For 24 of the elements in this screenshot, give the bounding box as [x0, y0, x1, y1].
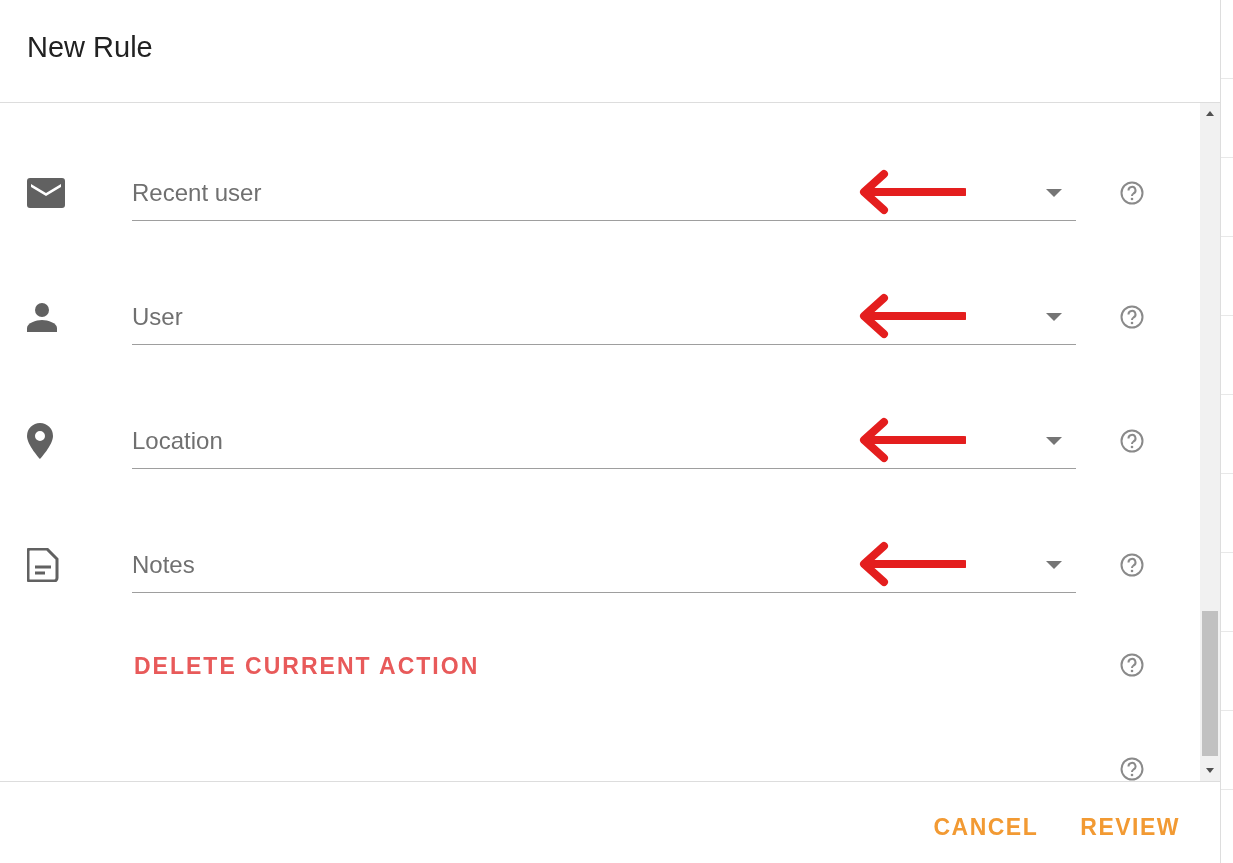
- location-pin-icon: [27, 423, 53, 459]
- help-icon[interactable]: [1120, 305, 1144, 329]
- help-icon[interactable]: [1120, 757, 1144, 781]
- dropdown-field[interactable]: Notes: [132, 537, 1076, 593]
- scroll-up-icon[interactable]: [1206, 111, 1214, 116]
- caret-icon: [1046, 437, 1062, 445]
- caret-icon: [1046, 189, 1062, 197]
- help-icon[interactable]: [1120, 429, 1144, 453]
- dropdown-field[interactable]: Location: [132, 413, 1076, 469]
- caret-icon: [1046, 561, 1062, 569]
- help-icon[interactable]: [1120, 553, 1144, 577]
- scrollbar[interactable]: [1200, 103, 1220, 781]
- document-icon: [27, 548, 59, 582]
- help-icon[interactable]: [1120, 653, 1144, 677]
- mail-icon: [27, 178, 65, 208]
- delete-action-button[interactable]: DELETE CURRENT ACTION: [134, 653, 480, 680]
- help-icon[interactable]: [1120, 181, 1144, 205]
- scrollbar-thumb[interactable]: [1202, 611, 1218, 756]
- scroll-down-icon[interactable]: [1206, 768, 1214, 773]
- dialog-title: New Rule: [27, 30, 153, 65]
- caret-icon: [1046, 313, 1062, 321]
- dropdown-field[interactable]: Recent user: [132, 165, 1076, 221]
- dropdown-field[interactable]: User: [132, 289, 1076, 345]
- person-icon: [27, 302, 57, 332]
